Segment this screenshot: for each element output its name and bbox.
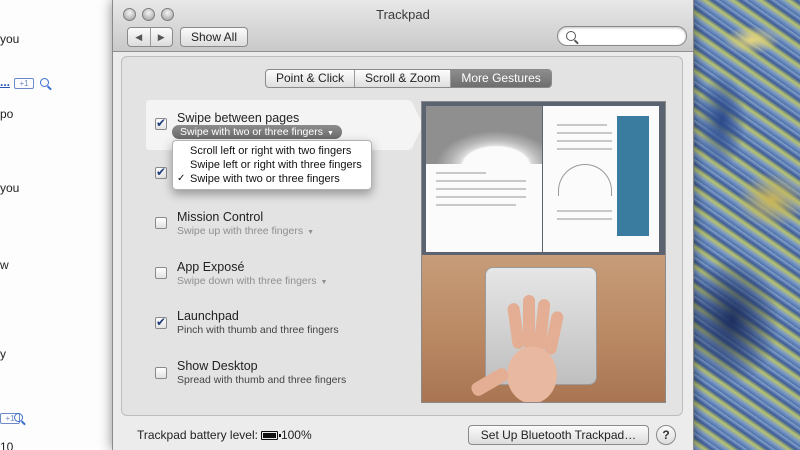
preview-text-line	[557, 218, 612, 220]
preview-text-line	[557, 140, 612, 142]
battery-status: Trackpad battery level: 100%	[137, 428, 312, 442]
gesture-label: Show Desktop	[177, 359, 258, 373]
battery-value: 100%	[280, 428, 312, 442]
preview-sidebar	[617, 116, 649, 236]
gesture-preview	[421, 101, 666, 403]
help-button[interactable]: ?	[656, 425, 676, 445]
menu-item-label: Swipe left or right with three fingers	[190, 159, 362, 171]
gesture-label: App Exposé	[177, 260, 245, 274]
background-window: you ... +1 po you w y +1 10	[0, 0, 112, 450]
tab-more-gestures[interactable]: More Gestures	[451, 70, 551, 87]
background-link[interactable]: ...	[0, 75, 10, 89]
swipe-option-menu: Scroll left or right with two fingers Sw…	[172, 140, 372, 190]
background-text: 10	[0, 440, 14, 450]
preview-text-line	[436, 204, 516, 206]
background-text: po	[0, 107, 14, 121]
preview-text-line	[436, 180, 526, 182]
menu-item-label: Swipe with two or three fingers	[190, 173, 340, 185]
battery-label: Trackpad battery level:	[137, 428, 258, 442]
chevron-down-icon: ▼	[326, 130, 334, 137]
title-bar: Trackpad ◀ ▶ Show All	[113, 0, 693, 52]
preview-text-line	[436, 172, 486, 174]
tab-scroll-zoom[interactable]: Scroll & Zoom	[355, 70, 452, 87]
magnifier-icon	[14, 413, 23, 422]
search-icon	[566, 31, 576, 41]
gesture-label: Mission Control	[177, 210, 264, 224]
tab-bar: Point & Click Scroll & Zoom More Gesture…	[265, 69, 552, 88]
gesture-option-label: Swipe down with three fingers	[177, 275, 317, 287]
nav-buttons: ◀ ▶	[127, 27, 173, 47]
gesture-label: Launchpad	[177, 309, 239, 323]
menu-item[interactable]: Scroll left or right with two fingers	[173, 144, 371, 158]
preview-text-line	[557, 148, 612, 150]
back-button[interactable]: ◀	[128, 28, 151, 46]
menu-item-label: Scroll left or right with two fingers	[190, 145, 352, 157]
checkmark-icon: ✓	[177, 173, 186, 184]
gesture-description: Spread with thumb and three fingers	[177, 374, 347, 386]
popup-selected-value: Swipe with two or three fingers	[180, 126, 323, 138]
background-text: you	[0, 32, 20, 46]
checkbox-app-expose[interactable]	[155, 267, 167, 279]
background-text: y	[0, 347, 6, 361]
chevron-down-icon: ▼	[307, 229, 315, 236]
desktop-wallpaper	[692, 0, 800, 450]
preview-text-line	[436, 196, 526, 198]
menu-item[interactable]: Swipe left or right with three fingers	[173, 158, 371, 172]
search-field[interactable]	[557, 26, 687, 46]
checkbox-gesture-hidden[interactable]	[155, 165, 167, 179]
window-title: Trackpad	[376, 7, 430, 22]
background-text: you	[0, 181, 20, 195]
preview-text-line	[436, 188, 526, 190]
tab-point-click[interactable]: Point & Click	[266, 70, 356, 87]
gesture-option-dropdown[interactable]: Swipe up with three fingers ▼	[177, 225, 314, 237]
show-all-button[interactable]: Show All	[180, 27, 248, 47]
checkbox-show-desktop[interactable]	[155, 367, 167, 379]
menu-item-selected[interactable]: ✓ Swipe with two or three fingers	[173, 172, 371, 186]
preview-book-image	[422, 102, 665, 255]
gesture-label: Swipe between pages	[177, 111, 300, 125]
hand-shape	[497, 295, 567, 402]
magnifier-icon	[40, 78, 49, 87]
preview-text-line	[557, 132, 612, 134]
checkbox-mission-control[interactable]	[155, 217, 167, 229]
setup-bluetooth-trackpad-button[interactable]: Set Up Bluetooth Trackpad…	[468, 425, 649, 445]
background-pill: +1	[14, 78, 34, 89]
checkbox-launchpad[interactable]	[155, 315, 167, 329]
preview-photo	[426, 106, 542, 164]
forward-button[interactable]: ▶	[151, 28, 173, 46]
checkbox-swipe-between-pages[interactable]	[155, 116, 167, 130]
background-text: w	[0, 258, 9, 272]
gesture-option-label: Swipe up with three fingers	[177, 225, 304, 237]
gesture-option-dropdown[interactable]: Swipe down with three fingers ▼	[177, 275, 327, 287]
preview-text-line	[557, 210, 612, 212]
preview-hand-video	[422, 255, 665, 402]
swipe-option-popup-button[interactable]: Swipe with two or three fingers ▼	[172, 125, 342, 139]
preview-text-line	[557, 124, 607, 126]
battery-icon	[260, 431, 281, 441]
chevron-down-icon: ▼	[320, 279, 328, 286]
gesture-description: Pinch with thumb and three fingers	[177, 324, 339, 336]
